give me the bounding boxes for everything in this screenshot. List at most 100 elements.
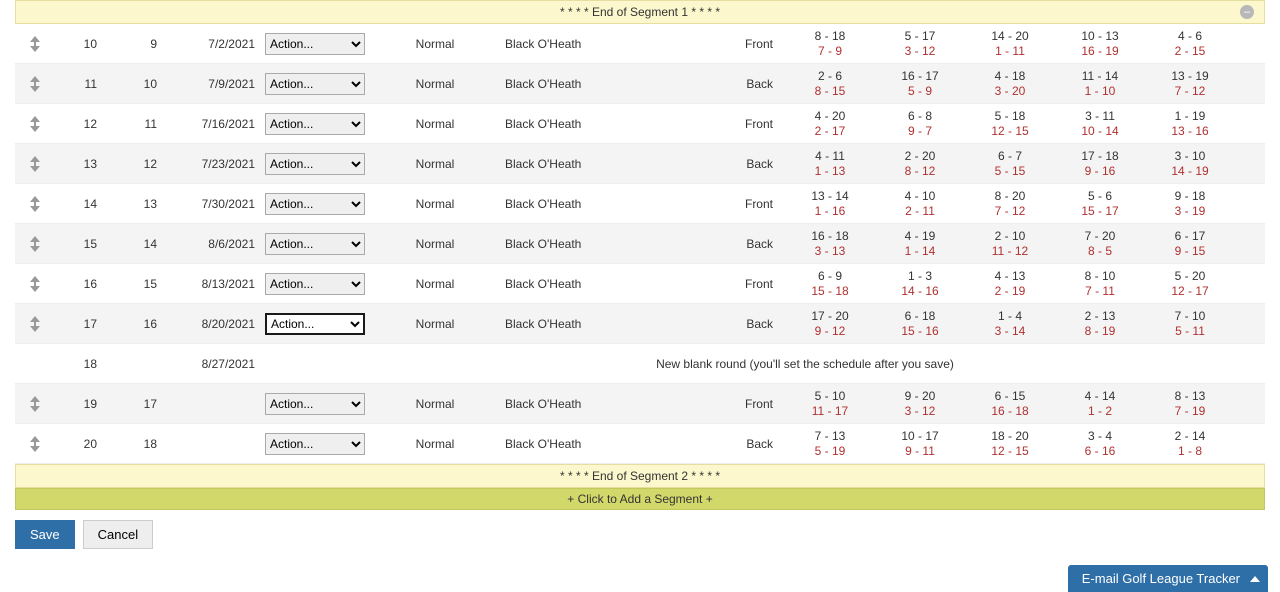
round-side: Front [665,37,785,51]
pairing-line-2: 12 - 15 [965,124,1055,139]
pairing-line-2: 9 - 12 [785,324,875,339]
pairing-cell: 6 - 1815 - 16 [875,309,965,339]
round-type: Normal [375,237,495,251]
cancel-button[interactable]: Cancel [83,520,153,549]
action-cell: Action... [265,153,375,175]
round-id: 16 [55,277,115,291]
action-select[interactable]: Action... [265,113,365,135]
round-seq: 15 [115,277,175,291]
round-id: 18 [55,357,115,371]
round-seq: 14 [115,237,175,251]
pairing-line-1: 16 - 18 [785,229,875,244]
pairing-line-2: 9 - 15 [1145,244,1235,259]
chevron-up-icon [1250,576,1260,582]
pairing-line-1: 18 - 20 [965,429,1055,444]
round-id: 11 [55,77,115,91]
pairing-line-2: 5 - 11 [1145,324,1235,339]
pairing-line-1: 2 - 6 [785,69,875,84]
drag-handle-icon[interactable] [29,236,41,252]
pairing-line-1: 5 - 17 [875,29,965,44]
pairing-line-2: 2 - 19 [965,284,1055,299]
pairing-line-1: 6 - 9 [785,269,875,284]
pairing-line-1: 17 - 20 [785,309,875,324]
drag-cell [15,156,55,172]
action-select[interactable]: Action... [265,73,365,95]
pairing-line-1: 7 - 13 [785,429,875,444]
round-date: 8/6/2021 [175,237,265,251]
table-row: 11107/9/2021Action...NormalBlack O'Heath… [15,64,1265,104]
action-select[interactable]: Action... [265,393,365,415]
pairing-cell: 16 - 183 - 13 [785,229,875,259]
round-id: 12 [55,117,115,131]
pairing-line-1: 13 - 14 [785,189,875,204]
drag-handle-icon[interactable] [29,316,41,332]
action-select[interactable]: Action... [265,153,365,175]
table-row: 13127/23/2021Action...NormalBlack O'Heat… [15,144,1265,184]
action-cell: Action... [265,433,375,455]
action-select[interactable]: Action... [265,313,365,335]
button-bar: Save Cancel [15,520,1265,549]
drag-handle-icon[interactable] [29,76,41,92]
table-row: 16158/13/2021Action...NormalBlack O'Heat… [15,264,1265,304]
pairing-line-1: 4 - 6 [1145,29,1235,44]
round-id: 19 [55,397,115,411]
pairing-cell: 16 - 175 - 9 [875,69,965,99]
round-type: Normal [375,437,495,451]
pairing-line-1: 16 - 17 [875,69,965,84]
drag-handle-icon[interactable] [29,116,41,132]
pairing-line-1: 8 - 13 [1145,389,1235,404]
action-cell: Action... [265,193,375,215]
pairing-cell: 18 - 2012 - 15 [965,429,1055,459]
action-select[interactable]: Action... [265,433,365,455]
add-segment-button[interactable]: + Click to Add a Segment + [15,488,1265,510]
action-select[interactable]: Action... [265,193,365,215]
table-row: 14137/30/2021Action...NormalBlack O'Heat… [15,184,1265,224]
pairing-line-1: 13 - 19 [1145,69,1235,84]
pairing-line-1: 5 - 20 [1145,269,1235,284]
action-select[interactable]: Action... [265,233,365,255]
pairing-line-2: 12 - 17 [1145,284,1235,299]
pairing-cell: 4 - 141 - 2 [1055,389,1145,419]
round-type: Normal [375,77,495,91]
drag-handle-icon[interactable] [29,196,41,212]
pairing-line-2: 8 - 19 [1055,324,1145,339]
drag-handle-icon[interactable] [29,156,41,172]
pairing-line-2: 14 - 19 [1145,164,1235,179]
pairing-cell: 8 - 207 - 12 [965,189,1055,219]
round-type: Normal [375,157,495,171]
table-row: 2018Action...NormalBlack O'HeathBack7 - … [15,424,1265,464]
pairing-line-1: 7 - 10 [1145,309,1235,324]
drag-handle-icon[interactable] [29,436,41,452]
pairing-line-2: 2 - 11 [875,204,965,219]
pairing-line-2: 8 - 15 [785,84,875,99]
pairing-cell: 4 - 132 - 19 [965,269,1055,299]
pairing-line-2: 1 - 13 [785,164,875,179]
pairing-cell: 8 - 137 - 19 [1145,389,1235,419]
email-tracker-bar[interactable]: E-mail Golf League Tracker [1068,565,1268,592]
pairing-cell: 6 - 75 - 15 [965,149,1055,179]
email-tracker-label: E-mail Golf League Tracker [1082,571,1240,586]
pairing-line-2: 2 - 15 [1145,44,1235,59]
table-row: 1917Action...NormalBlack O'HeathFront5 -… [15,384,1265,424]
save-button[interactable]: Save [15,520,75,549]
round-course: Black O'Heath [495,37,665,51]
round-side: Back [665,237,785,251]
drag-handle-icon[interactable] [29,276,41,292]
pairing-line-1: 4 - 20 [785,109,875,124]
round-id: 17 [55,317,115,331]
segment-end-1-label: * * * * End of Segment 1 * * * * [560,5,720,19]
pairing-line-2: 9 - 11 [875,444,965,459]
round-course: Black O'Heath [495,197,665,211]
pairing-line-2: 9 - 16 [1055,164,1145,179]
pairing-line-1: 1 - 3 [875,269,965,284]
drag-handle-icon[interactable] [29,396,41,412]
pairing-line-2: 13 - 16 [1145,124,1235,139]
drag-handle-icon[interactable] [29,36,41,52]
pairing-line-2: 8 - 12 [875,164,965,179]
remove-segment-icon[interactable]: – [1240,5,1254,19]
pairing-cell: 6 - 179 - 15 [1145,229,1235,259]
action-select[interactable]: Action... [265,273,365,295]
segment-end-2: * * * * End of Segment 2 * * * * [15,464,1265,488]
pairing-line-1: 3 - 4 [1055,429,1145,444]
action-select[interactable]: Action... [265,33,365,55]
